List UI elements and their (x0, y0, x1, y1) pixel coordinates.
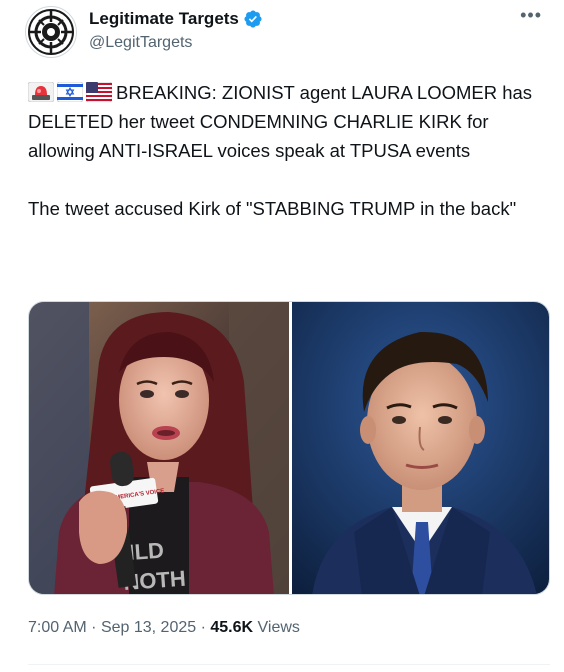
emoji-group (27, 81, 113, 103)
police-siren-emoji-icon (27, 81, 55, 103)
tweet-meta: 7:00 AM · Sep 13, 2025 · 45.6K Views (28, 617, 300, 639)
photo-laura-loomer[interactable]: ILD NOTH REAL AMERICA'S VOICE (29, 302, 289, 594)
tweet-date: Sep 13, 2025 (100, 619, 197, 636)
us-flag-emoji-icon (85, 81, 113, 103)
author-info: Legitimate Targets @LegitTargets (89, 8, 263, 54)
tweet-card: Legitimate Targets @LegitTargets ••• BRE… (0, 0, 564, 672)
media-grid[interactable]: ILD NOTH REAL AMERICA'S VOICE (28, 301, 550, 595)
tweet-timestamp[interactable]: 7:00 AM · Sep 13, 2025 (28, 619, 196, 636)
shirt-text-line-1: ILD (128, 538, 165, 565)
meta-separator: · (91, 619, 97, 636)
author-name-row: Legitimate Targets (89, 8, 263, 30)
author-handle[interactable]: @LegitTargets (89, 32, 263, 54)
israel-flag-emoji-icon (56, 81, 84, 103)
more-options-icon[interactable]: ••• (520, 6, 542, 24)
author-display-name[interactable]: Legitimate Targets (89, 8, 239, 30)
photo-charlie-kirk[interactable] (292, 302, 549, 594)
tweet-time: 7:00 AM (28, 619, 87, 636)
tweet-text: BREAKING: ZIONIST agent LAURA LOOMER has… (27, 78, 548, 223)
avatar[interactable] (25, 6, 77, 58)
views-count[interactable]: 45.6K (210, 619, 253, 636)
verified-badge-icon[interactable] (243, 9, 263, 29)
tweet-paragraph-1: BREAKING: ZIONIST agent LAURA LOOMER has… (27, 78, 548, 165)
tweet-paragraph-2: The tweet accused Kirk of "STABBING TRUM… (28, 198, 517, 219)
crosshair-logo-icon (28, 9, 74, 55)
divider (28, 664, 550, 665)
meta-separator: · (200, 619, 206, 636)
views-label: Views (257, 619, 300, 636)
